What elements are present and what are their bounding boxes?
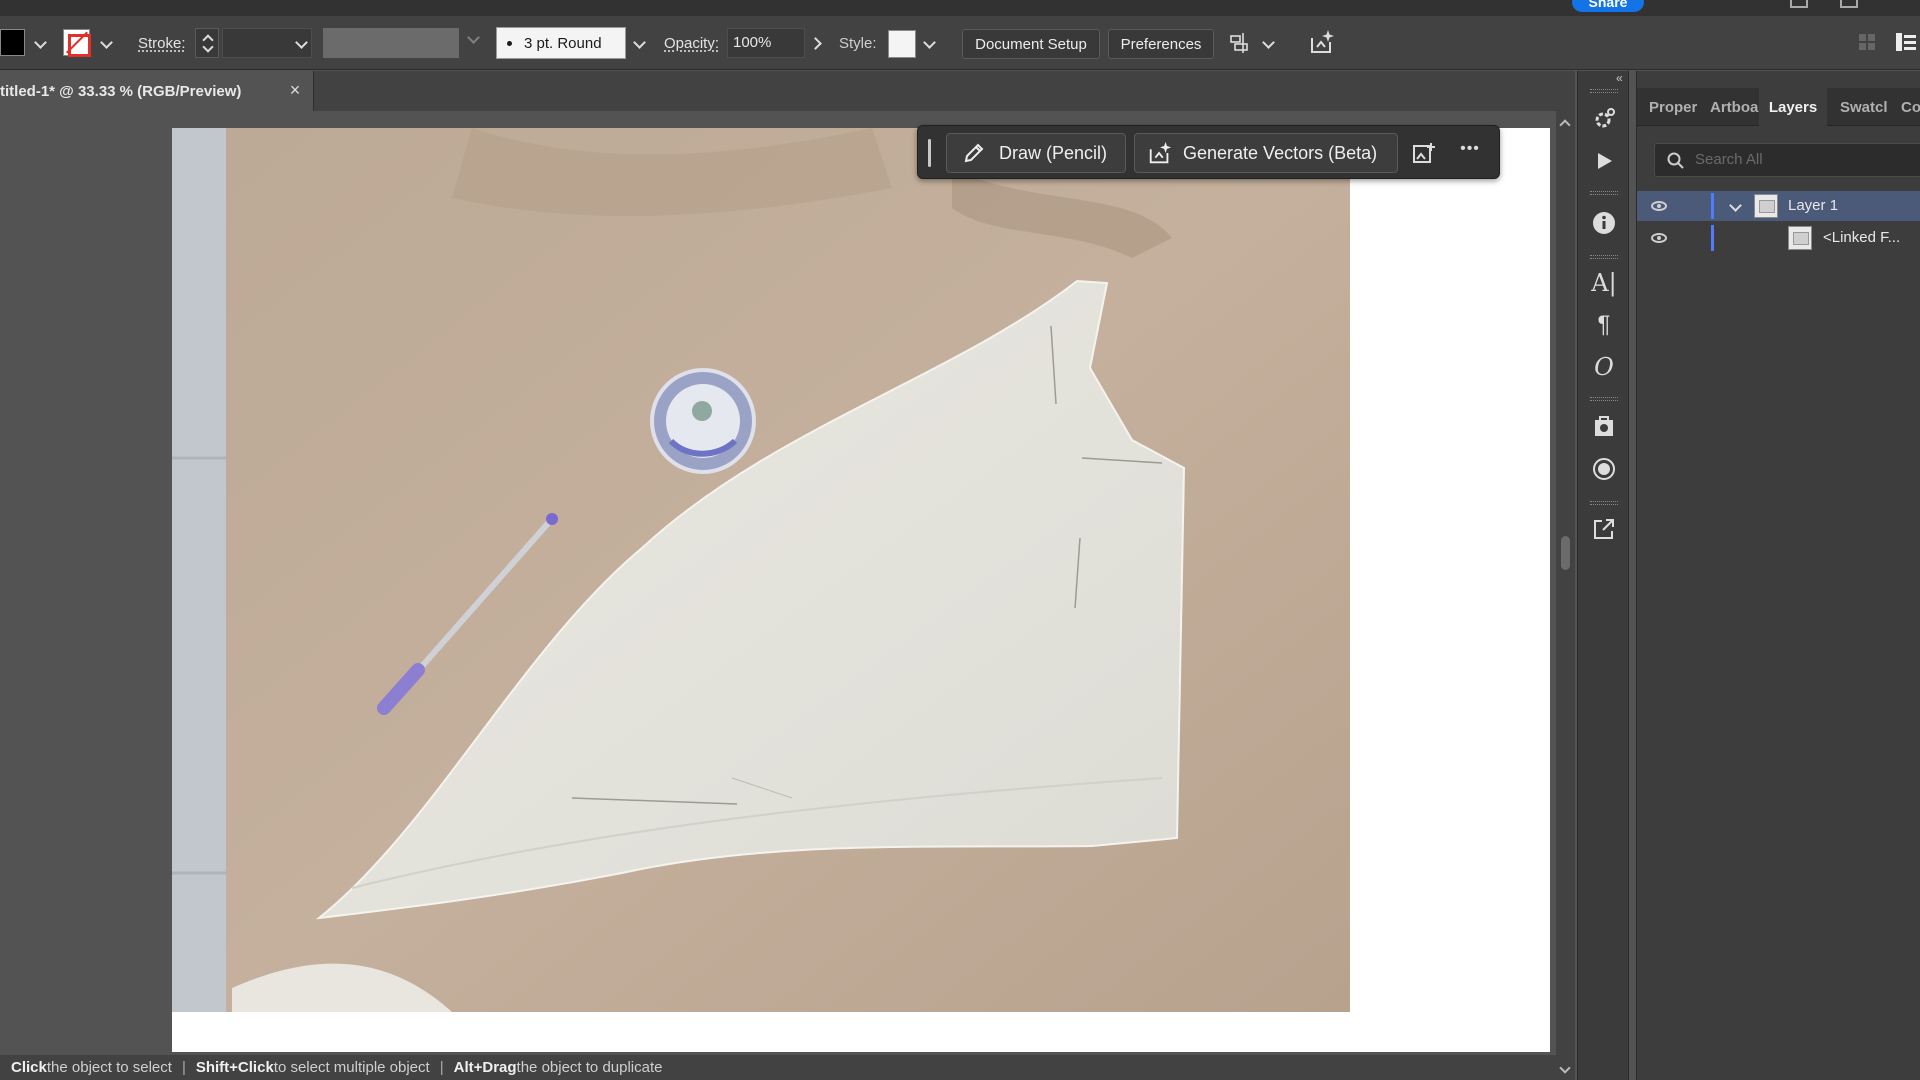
asset-export-icon[interactable] xyxy=(1590,105,1618,133)
strip-grip[interactable] xyxy=(1590,255,1618,259)
search-icon xyxy=(1667,152,1685,170)
strip-grip[interactable] xyxy=(1590,89,1618,93)
align-chevron-icon[interactable] xyxy=(1258,33,1278,53)
tab-artboards[interactable]: Artboa xyxy=(1710,88,1760,126)
stroke-swatch[interactable] xyxy=(63,29,91,57)
align-icon[interactable] xyxy=(1226,29,1256,57)
strip-grip[interactable] xyxy=(1590,501,1618,505)
tab-layers[interactable]: Layers xyxy=(1759,88,1827,126)
brush-definition-dropdown[interactable]: 3 pt. Round xyxy=(496,27,626,59)
image-trace-icon[interactable] xyxy=(1590,413,1618,441)
generate-vectors-icon xyxy=(1147,140,1173,166)
opacity-arrow-icon[interactable] xyxy=(807,33,827,53)
variable-width-profile[interactable] xyxy=(323,28,459,58)
stroke-weight-stepper[interactable] xyxy=(195,28,219,58)
control-bar: Stroke: 3 pt. Round Opacity: 100% Style:… xyxy=(0,16,1920,70)
document-setup-button[interactable]: Document Setup xyxy=(962,29,1100,59)
stroke-weight-chevron-icon[interactable] xyxy=(291,33,311,53)
panel-icon-strip: « A| ¶ O xyxy=(1577,71,1629,1080)
export-icon[interactable] xyxy=(1590,515,1618,543)
info-icon[interactable] xyxy=(1590,209,1618,237)
status-separator: | xyxy=(439,1059,444,1076)
layer-row-layer-1[interactable]: Layer 1 xyxy=(1637,191,1920,221)
appearance-icon[interactable] xyxy=(1590,455,1618,483)
tab-color[interactable]: Co xyxy=(1901,88,1920,126)
photo-content xyxy=(172,128,1350,1012)
layer-name[interactable]: <Linked F... xyxy=(1823,229,1900,246)
panel-grid-icon[interactable] xyxy=(1856,30,1878,54)
width-profile-chevron-icon[interactable] xyxy=(462,28,484,58)
stroke-dropdown-chevron-icon[interactable] xyxy=(96,33,116,53)
window-restore-icon[interactable] xyxy=(1840,0,1858,8)
actions-play-icon[interactable] xyxy=(1590,147,1618,175)
search-placeholder: Search All xyxy=(1695,151,1763,168)
status-hint-key: Shift+Click xyxy=(195,1059,274,1076)
fill-dropdown-chevron-icon[interactable] xyxy=(30,33,50,53)
preferences-button[interactable]: Preferences xyxy=(1108,29,1214,59)
layer-thumbnail xyxy=(1754,194,1778,218)
generative-ai-icon[interactable] xyxy=(1306,26,1338,58)
linked-image[interactable] xyxy=(172,128,1350,1012)
scroll-thumb[interactable] xyxy=(1561,536,1570,570)
layers-panel: Proper Artboa Layers Swatcl Co Search Al… xyxy=(1636,71,1920,1080)
generate-vectors-button[interactable]: Generate Vectors (Beta) xyxy=(1134,133,1398,173)
more-options-icon[interactable]: ••• xyxy=(1452,140,1488,164)
scroll-up-icon[interactable] xyxy=(1559,119,1571,131)
panel-tab-bar: Proper Artboa Layers Swatcl Co xyxy=(1637,88,1920,126)
layer-row-linked-file[interactable]: <Linked F... xyxy=(1637,223,1920,253)
place-image-icon[interactable] xyxy=(1410,139,1438,167)
document-tab[interactable]: titled-1* @ 33.33 % (RGB/Preview) × xyxy=(0,71,314,111)
pencil-icon xyxy=(963,142,985,164)
brush-label: 3 pt. Round xyxy=(524,34,602,52)
character-icon[interactable]: A| xyxy=(1590,269,1618,297)
brush-chevron-icon[interactable] xyxy=(629,33,649,53)
tab-swatches[interactable]: Swatcl xyxy=(1840,88,1888,126)
visibility-eye-icon[interactable] xyxy=(1651,201,1667,211)
fill-swatch[interactable] xyxy=(0,29,25,56)
layer-color-bar xyxy=(1711,225,1714,251)
collapse-panels-icon[interactable]: « xyxy=(1616,71,1623,85)
strip-grip[interactable] xyxy=(1590,191,1618,195)
style-label: Style: xyxy=(839,34,877,52)
graphic-style-swatch[interactable] xyxy=(888,30,916,58)
tab-properties[interactable]: Proper xyxy=(1649,88,1697,126)
strip-grip[interactable] xyxy=(1590,397,1618,401)
status-hint-text: to select multiple object xyxy=(273,1059,430,1076)
opacity-input[interactable]: 100% xyxy=(727,28,805,58)
stroke-label[interactable]: Stroke: xyxy=(138,16,186,70)
draw-pencil-button[interactable]: Draw (Pencil) xyxy=(946,133,1126,173)
layer-name[interactable]: Layer 1 xyxy=(1788,197,1838,214)
scroll-down-icon[interactable] xyxy=(1559,1062,1571,1074)
paragraph-icon[interactable]: ¶ xyxy=(1590,311,1618,339)
generate-vectors-label: Generate Vectors (Beta) xyxy=(1183,142,1378,163)
status-bar: Click the object to select | Shift+Click… xyxy=(0,1055,1556,1080)
draw-pencil-label: Draw (Pencil) xyxy=(999,142,1108,163)
vertical-scrollbar[interactable] xyxy=(1556,111,1575,1080)
status-hint-key: Click xyxy=(11,1059,47,1076)
contextual-taskbar: Draw (Pencil) Generate Vectors (Beta) ••… xyxy=(917,125,1500,179)
visibility-eye-icon[interactable] xyxy=(1651,233,1667,243)
status-hint-text: the object to duplicate xyxy=(516,1059,663,1076)
layer-thumbnail xyxy=(1788,226,1812,250)
brush-dot-icon xyxy=(507,40,512,46)
status-separator: | xyxy=(181,1059,186,1076)
style-chevron-icon[interactable] xyxy=(919,33,939,53)
menu-bar: Share xyxy=(0,0,1920,16)
opacity-label[interactable]: Opacity: xyxy=(664,16,719,70)
status-hint-key: Alt+Drag xyxy=(453,1059,517,1076)
status-hint-text: the object to select xyxy=(46,1059,172,1076)
taskbar-grip-handle[interactable] xyxy=(928,139,931,167)
close-tab-icon[interactable]: × xyxy=(285,80,305,100)
opentype-icon[interactable]: O xyxy=(1590,353,1618,381)
document-tab-bar: titled-1* @ 33.33 % (RGB/Preview) × xyxy=(0,71,1575,111)
window-arrange-icon[interactable] xyxy=(1790,0,1808,8)
share-button[interactable]: Share xyxy=(1572,0,1644,12)
layers-search-input[interactable]: Search All xyxy=(1654,143,1920,177)
document-tab-title: titled-1* @ 33.33 % (RGB/Preview) xyxy=(0,82,242,100)
canvas-area[interactable]: Draw (Pencil) Generate Vectors (Beta) ••… xyxy=(0,111,1556,1055)
properties-toggle-icon[interactable] xyxy=(1893,28,1919,56)
layer-color-bar xyxy=(1711,193,1714,219)
expand-chevron-icon[interactable] xyxy=(1725,196,1745,216)
